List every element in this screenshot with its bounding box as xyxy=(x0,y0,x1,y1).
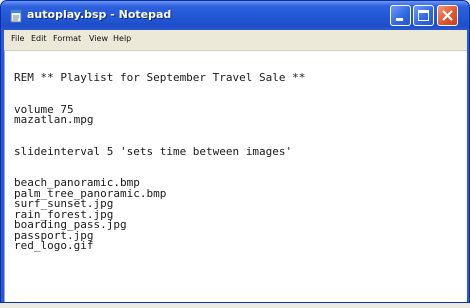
menu-help[interactable]: Help xyxy=(113,34,131,43)
menu-format[interactable]: Format xyxy=(53,34,81,43)
minimize-button[interactable] xyxy=(390,5,411,26)
text-editor-area[interactable]: REM ** Playlist for September Travel Sal… xyxy=(4,51,467,302)
editor-text: REM ** Playlist for September Travel Sal… xyxy=(14,71,306,252)
title-bar[interactable]: autoplay.bsp - Notepad xyxy=(1,1,469,30)
text-line xyxy=(14,157,305,168)
window-title: autoplay.bsp - Notepad xyxy=(27,8,172,21)
menu-view[interactable]: View xyxy=(89,34,108,43)
notepad-window: autoplay.bsp - Notepad File Edit Format … xyxy=(0,0,470,303)
notepad-icon[interactable] xyxy=(10,8,23,23)
text-line xyxy=(14,126,305,137)
close-button[interactable] xyxy=(437,5,458,26)
menu-edit[interactable]: Edit xyxy=(31,34,47,43)
menu-bar: File Edit Format View Help xyxy=(4,30,467,51)
text-line xyxy=(14,84,305,95)
text-line: REM ** Playlist for September Travel Sal… xyxy=(14,71,306,84)
text-line: mazatlan.mpg xyxy=(14,113,94,126)
text-line: red_logo.gif xyxy=(14,239,94,252)
maximize-button[interactable] xyxy=(413,5,434,26)
menu-file[interactable]: File xyxy=(11,34,24,43)
text-line: slideinterval 5 'sets time between image… xyxy=(14,144,293,158)
